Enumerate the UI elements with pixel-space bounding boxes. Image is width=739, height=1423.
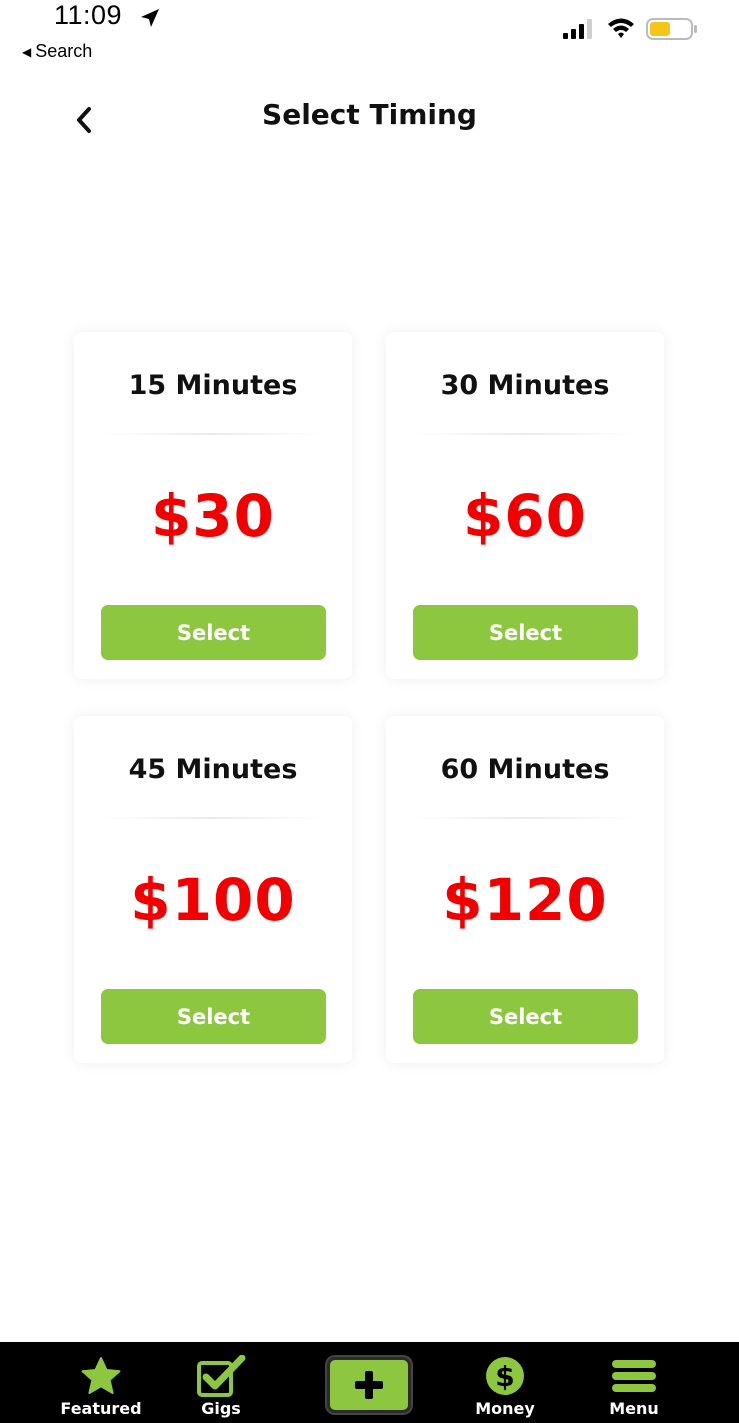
option-price: $60 <box>462 482 588 550</box>
nav-label-featured: Featured <box>60 1399 142 1418</box>
status-back-link[interactable]: ◀ Search <box>22 41 92 62</box>
option-duration: 30 Minutes <box>440 370 610 401</box>
add-button[interactable] <box>327 1357 411 1413</box>
cellular-signal-icon <box>563 19 592 39</box>
card-divider <box>100 817 326 819</box>
nav-item-money[interactable]: $ Money <box>465 1342 545 1423</box>
card-divider <box>412 433 638 435</box>
option-price: $100 <box>130 866 296 934</box>
page-title: Select Timing <box>262 98 477 131</box>
back-triangle-icon: ◀ <box>22 45 32 59</box>
location-arrow-icon <box>141 9 159 27</box>
option-duration: 45 Minutes <box>128 754 298 785</box>
nav-item-menu[interactable]: Menu <box>594 1342 674 1423</box>
wifi-icon <box>608 18 634 38</box>
timing-option-card-45: 45 Minutes $100 Select <box>74 716 352 1063</box>
status-back-label: Search <box>35 41 93 61</box>
dollar-circle-icon: $ <box>485 1355 525 1397</box>
nav-label-money: Money <box>475 1399 535 1418</box>
timing-option-card-30: 30 Minutes $60 Select <box>386 332 664 679</box>
battery-icon <box>646 18 697 40</box>
select-button-30-minutes[interactable]: Select <box>413 605 638 660</box>
timing-option-card-60: 60 Minutes $120 Select <box>386 716 664 1063</box>
select-button-15-minutes[interactable]: Select <box>101 605 326 660</box>
hamburger-menu-icon <box>611 1355 657 1397</box>
option-duration: 15 Minutes <box>128 370 298 401</box>
screen: 11:09 ◀ Search Select Timing 15 Minutes $… <box>0 0 739 1423</box>
option-price: $30 <box>150 482 276 550</box>
bottom-nav: Featured Gigs $ Money Menu <box>0 1342 739 1423</box>
card-divider <box>100 433 326 435</box>
svg-text:$: $ <box>495 1360 514 1393</box>
timing-option-card-15: 15 Minutes $30 Select <box>74 332 352 679</box>
nav-label-gigs: Gigs <box>201 1399 241 1418</box>
status-time: 11:09 <box>54 0 123 30</box>
checkbox-icon <box>196 1355 246 1397</box>
plus-icon <box>355 1371 383 1399</box>
nav-label-menu: Menu <box>609 1399 659 1418</box>
card-divider <box>412 817 638 819</box>
select-button-45-minutes[interactable]: Select <box>101 989 326 1044</box>
star-icon <box>80 1355 122 1397</box>
option-price: $120 <box>442 866 608 934</box>
nav-item-gigs[interactable]: Gigs <box>186 1342 256 1423</box>
option-duration: 60 Minutes <box>440 754 610 785</box>
select-button-60-minutes[interactable]: Select <box>413 989 638 1044</box>
nav-item-featured[interactable]: Featured <box>56 1342 146 1423</box>
